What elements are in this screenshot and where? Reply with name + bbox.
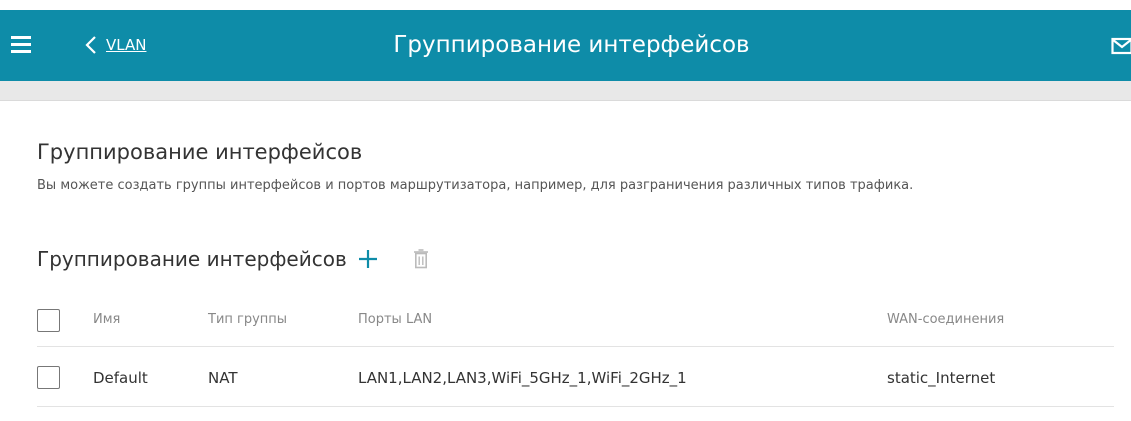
header-title: Группирование интерфейсов: [393, 32, 750, 58]
back-link[interactable]: VLAN: [84, 33, 146, 57]
cell-name: Default: [93, 369, 148, 387]
row-checkbox[interactable]: [37, 366, 60, 389]
page-description: Вы можете создать группы интерфейсов и п…: [37, 178, 914, 193]
back-link-label: VLAN: [106, 36, 147, 54]
mail-icon[interactable]: [1111, 37, 1131, 55]
trash-icon[interactable]: [413, 249, 429, 269]
page-title: Группирование интерфейсов: [37, 140, 363, 164]
cell-group-type: NAT: [208, 369, 238, 387]
sub-header-bar: [0, 81, 1131, 101]
row-divider: [37, 406, 1114, 407]
cell-lan-ports: LAN1,LAN2,LAN3,WiFi_5GHz_1,WiFi_2GHz_1: [358, 369, 687, 387]
section-title: Группирование интерфейсов: [37, 247, 347, 271]
interface-groups-body: Default NAT LAN1,LAN2,LAN3,WiFi_5GHz_1,W…: [37, 299, 1114, 389]
top-bar: Группирование интерфейсов VLAN: [0, 10, 1131, 81]
plus-icon[interactable]: [357, 248, 379, 270]
cell-wan-connections: static_Internet: [887, 369, 996, 387]
table-row[interactable]: Default NAT LAN1,LAN2,LAN3,WiFi_5GHz_1,W…: [37, 299, 1114, 389]
section-header: Группирование интерфейсов: [37, 244, 429, 274]
chevron-left-icon: [85, 36, 96, 54]
